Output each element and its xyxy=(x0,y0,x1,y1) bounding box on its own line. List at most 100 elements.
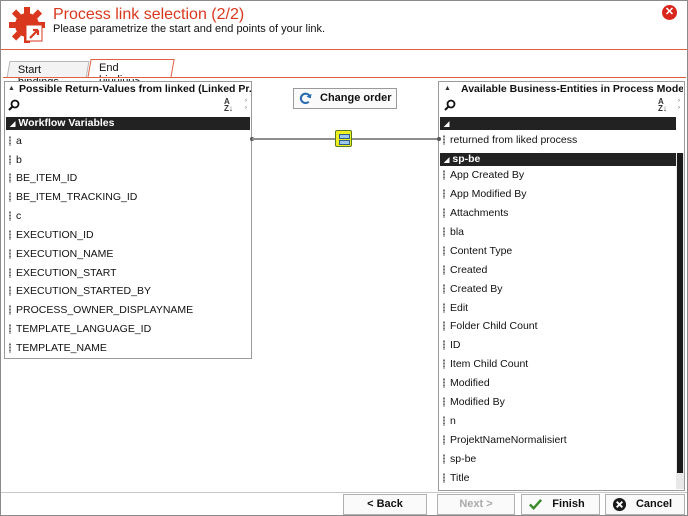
list-item[interactable]: n xyxy=(440,412,456,430)
drag-handle-icon[interactable] xyxy=(443,416,445,426)
drag-handle-icon[interactable] xyxy=(443,303,445,313)
link-node-icon[interactable] xyxy=(335,130,352,147)
item-label: b xyxy=(16,154,22,166)
drag-handle-icon[interactable] xyxy=(443,246,445,256)
list-item[interactable]: Edit xyxy=(440,299,468,317)
drag-handle-icon[interactable] xyxy=(9,173,11,183)
drag-handle-icon[interactable] xyxy=(9,192,11,202)
drag-handle-icon[interactable] xyxy=(9,211,11,221)
list-item[interactable]: bla xyxy=(440,223,464,241)
drag-handle-icon[interactable] xyxy=(9,230,11,240)
item-label: BE_ITEM_ID xyxy=(16,172,78,184)
drag-handle-icon[interactable] xyxy=(9,286,11,296)
list-item[interactable]: BE_ITEM_ID xyxy=(6,169,77,187)
drag-handle-icon[interactable] xyxy=(9,324,11,334)
list-item[interactable]: Created xyxy=(440,261,487,279)
change-order-button[interactable]: Change order xyxy=(293,88,397,109)
sp-be-group[interactable]: ◢ sp-be xyxy=(440,153,676,166)
list-item[interactable]: PROCESS_OWNER_DISPLAYNAME xyxy=(6,301,193,319)
drag-handle-icon[interactable] xyxy=(443,284,445,294)
business-entities-panel: ▲ Available Business-Entities in Process… xyxy=(438,81,685,491)
list-item[interactable]: Folder Child Count xyxy=(440,317,538,335)
panel-title: Available Business-Entities in Process M… xyxy=(461,83,683,95)
list-item[interactable]: Content Type xyxy=(440,242,512,260)
return-values-panel: ▲ Possible Return-Values from linked (Li… xyxy=(4,81,252,359)
list-item[interactable]: ID xyxy=(440,336,461,354)
list-item[interactable]: EXECUTION_START xyxy=(6,264,117,282)
drag-handle-icon[interactable] xyxy=(443,189,445,199)
drag-handle-icon[interactable] xyxy=(443,435,445,445)
dialog-subtitle: Please parametrize the start and end poi… xyxy=(53,23,326,35)
item-label: Title xyxy=(450,472,470,484)
list-item[interactable]: App Modified By xyxy=(440,185,526,203)
list-item[interactable]: sp-be xyxy=(440,450,476,468)
list-item[interactable]: a xyxy=(6,132,22,150)
scroll-arrows-icon[interactable]: › › xyxy=(245,98,251,112)
scroll-arrows-icon[interactable]: › › xyxy=(678,98,684,112)
item-label: Content Type xyxy=(450,245,513,257)
close-icon[interactable]: ✕ xyxy=(662,5,677,20)
drag-handle-icon[interactable] xyxy=(443,454,445,464)
back-button[interactable]: < Back xyxy=(343,494,427,515)
list-item[interactable]: TEMPLATE_LANGUAGE_ID xyxy=(6,320,151,338)
search-icon[interactable] xyxy=(444,99,456,111)
list-item[interactable]: EXECUTION_ID xyxy=(6,226,94,244)
list-item[interactable]: b xyxy=(6,151,22,169)
drag-handle-icon[interactable] xyxy=(443,473,445,483)
finish-button[interactable]: Finish xyxy=(521,494,600,515)
drag-handle-icon[interactable] xyxy=(443,359,445,369)
workflow-variables-group[interactable]: ◢ Workflow Variables xyxy=(6,117,250,130)
list-item[interactable]: Modified By xyxy=(440,393,505,411)
scrollbar-thumb[interactable] xyxy=(677,153,683,473)
drag-handle-icon[interactable] xyxy=(443,321,445,331)
drag-handle-icon[interactable] xyxy=(443,170,445,180)
tab-start-bindings[interactable]: Start bindings xyxy=(6,61,90,88)
list-item[interactable]: Attachments xyxy=(440,204,508,222)
cancel-button[interactable]: Cancel xyxy=(605,494,685,515)
list-item[interactable]: Title xyxy=(440,469,469,487)
drag-handle-icon[interactable] xyxy=(9,155,11,165)
returned-group[interactable]: ◢ xyxy=(440,117,676,130)
drag-handle-icon[interactable] xyxy=(443,208,445,218)
drag-handle-icon[interactable] xyxy=(9,305,11,315)
item-label: BE_ITEM_TRACKING_ID xyxy=(16,191,138,203)
vertical-scrollbar[interactable] xyxy=(676,153,684,489)
header-divider xyxy=(1,49,687,50)
drag-handle-icon[interactable] xyxy=(443,265,445,275)
sort-az-icon[interactable]: A Z↓ xyxy=(224,98,242,113)
drag-handle-icon[interactable] xyxy=(443,227,445,237)
link-end-dot[interactable] xyxy=(437,137,441,141)
list-item[interactable]: App Created By xyxy=(440,166,524,184)
change-order-label: Change order xyxy=(320,92,392,104)
list-item[interactable]: EXECUTION_NAME xyxy=(6,245,113,263)
drag-handle-icon[interactable] xyxy=(443,135,445,145)
list-item[interactable]: Modified xyxy=(440,374,490,392)
drag-handle-icon[interactable] xyxy=(9,268,11,278)
drag-handle-icon[interactable] xyxy=(443,397,445,407)
dialog-window: Process link selection (2/2) Please para… xyxy=(0,0,688,516)
collapse-triangle-icon[interactable]: ▲ xyxy=(8,85,15,92)
drag-handle-icon[interactable] xyxy=(443,340,445,350)
dialog-title: Process link selection (2/2) xyxy=(53,6,245,23)
search-icon[interactable] xyxy=(8,99,20,111)
list-item[interactable]: TEMPLATE_NAME xyxy=(6,339,107,357)
list-item[interactable]: c xyxy=(6,207,21,225)
tab-end-bindings[interactable]: End bindings xyxy=(87,59,175,86)
group-label: Workflow Variables xyxy=(18,117,115,129)
sort-az-icon[interactable]: A Z↓ xyxy=(658,98,676,113)
list-item[interactable]: EXECUTION_STARTED_BY xyxy=(6,282,151,300)
gear-arrow-icon xyxy=(9,7,45,43)
item-label: TEMPLATE_LANGUAGE_ID xyxy=(16,323,152,335)
drag-handle-icon[interactable] xyxy=(9,343,11,353)
collapse-triangle-icon[interactable]: ▲ xyxy=(444,85,451,92)
drag-handle-icon[interactable] xyxy=(9,136,11,146)
list-item[interactable]: ProjektNameNormalisiert xyxy=(440,431,567,449)
list-item[interactable]: Created By xyxy=(440,280,503,298)
drag-handle-icon[interactable] xyxy=(9,249,11,259)
drag-handle-icon[interactable] xyxy=(443,378,445,388)
list-item[interactable]: Item Child Count xyxy=(440,355,528,373)
list-item[interactable]: BE_ITEM_TRACKING_ID xyxy=(6,188,137,206)
item-label: ProjektNameNormalisiert xyxy=(450,434,567,446)
list-item[interactable]: returned from liked process xyxy=(440,131,577,149)
footer-divider xyxy=(1,492,687,493)
